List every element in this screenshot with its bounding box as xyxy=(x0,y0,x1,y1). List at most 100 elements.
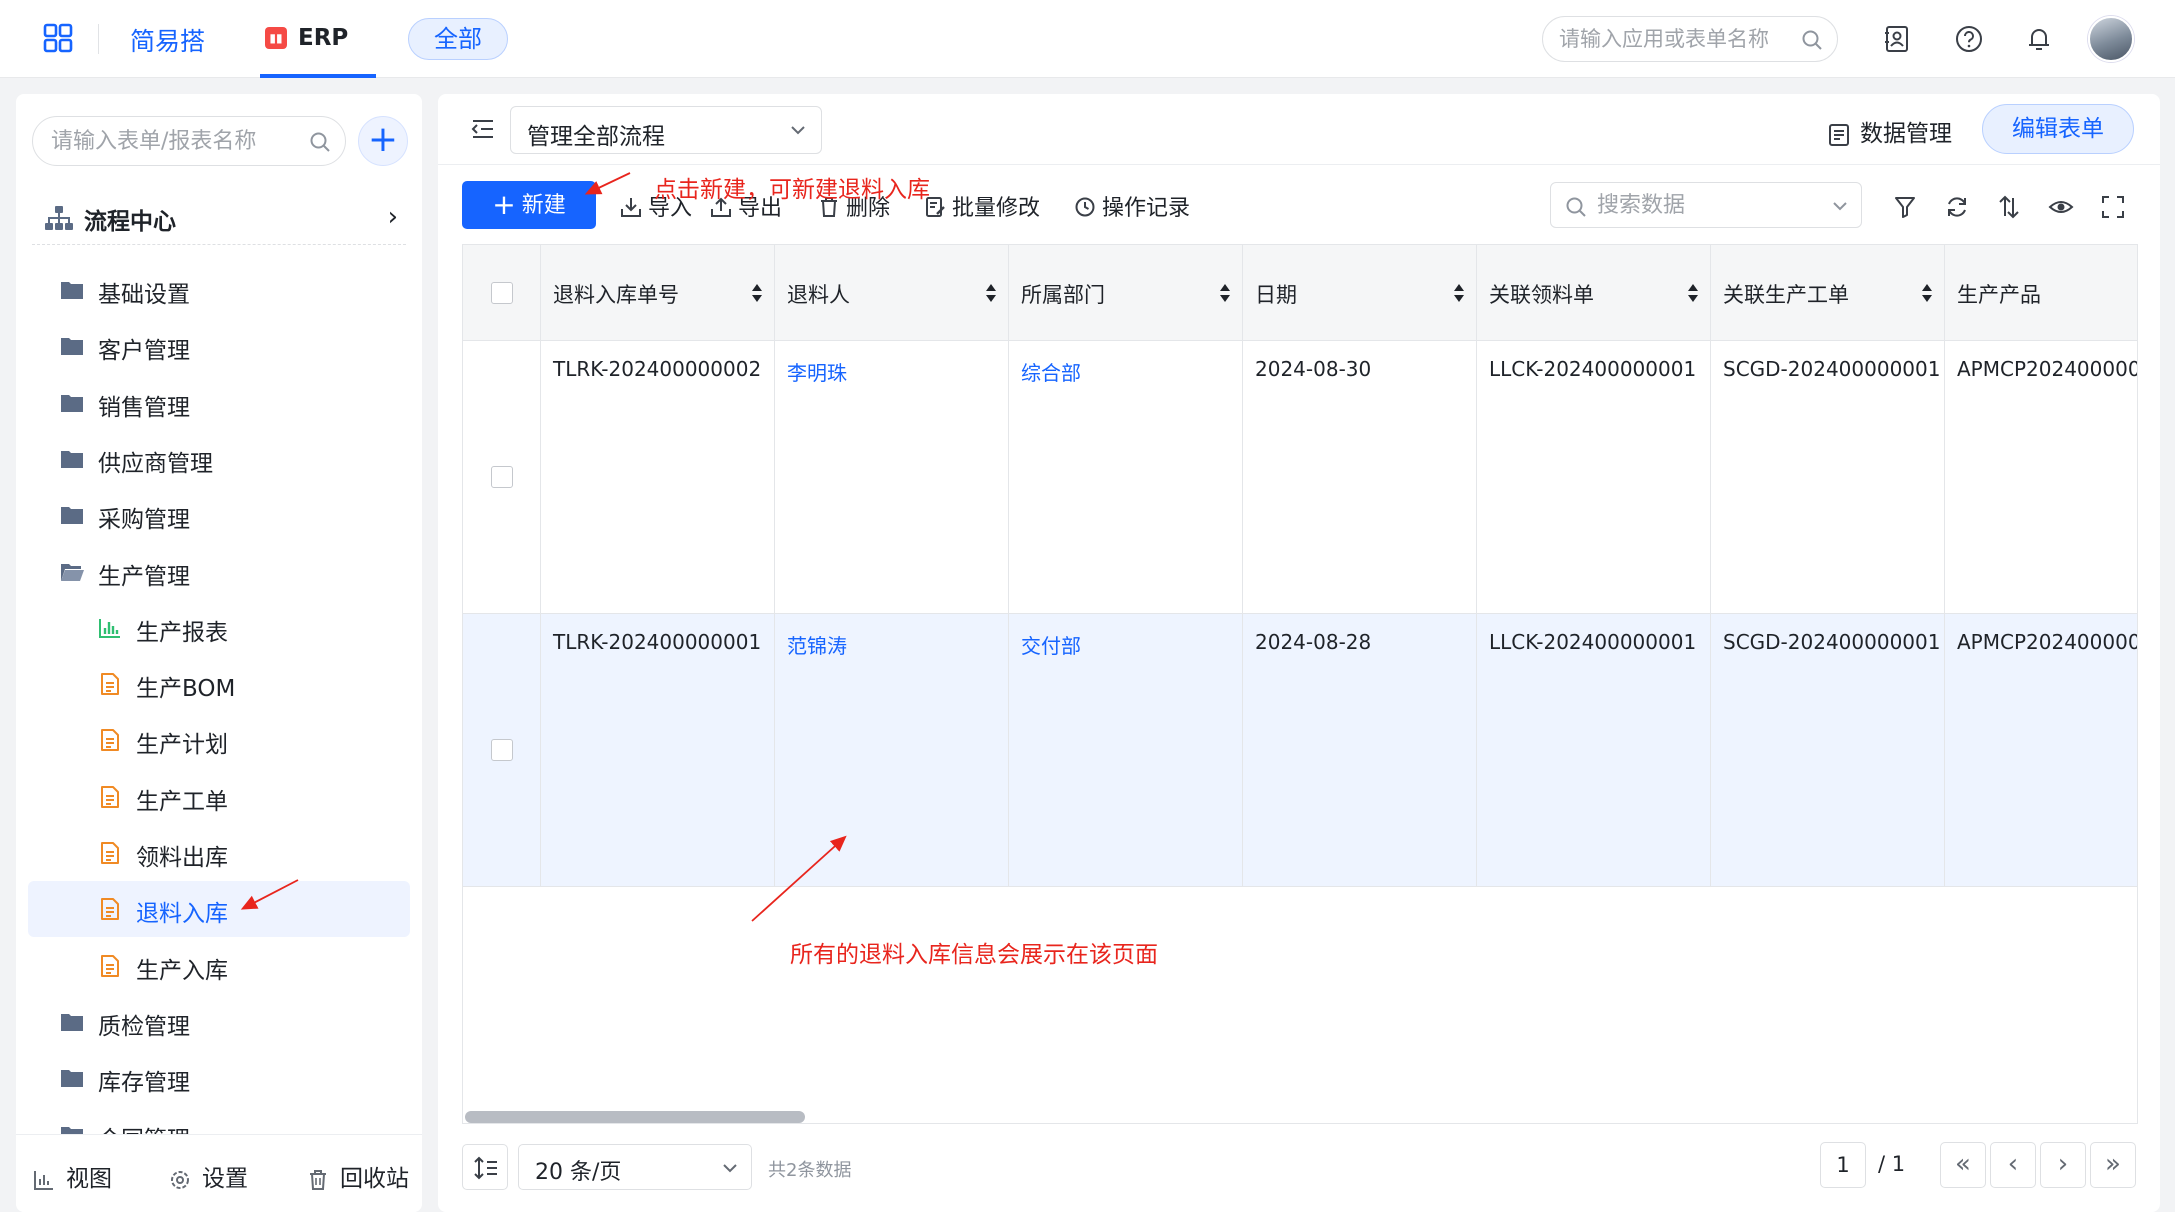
refresh-icon[interactable] xyxy=(1944,194,1970,220)
first-page-button[interactable]: « xyxy=(1940,1142,1986,1188)
sidebar-item-label: 生产管理 xyxy=(98,563,190,590)
sidebar-item[interactable]: 生产入库 xyxy=(28,938,410,994)
table-cell: 2024-08-30 xyxy=(1243,341,1477,613)
sidebar-divider xyxy=(32,244,406,245)
data-table: 退料入库单号 退料人 所属部门 日期 关联领料单 关联生产工单 生产产品 TLRK-2024… xyxy=(462,244,2138,1124)
table-cell: SCGD-202400000001 xyxy=(1711,341,1945,613)
table-cell: 李明珠 xyxy=(775,341,1009,613)
row-checkbox[interactable] xyxy=(491,466,513,488)
view-button[interactable]: 视图 xyxy=(32,1159,112,1193)
cell-product: APMCP2024000000 xyxy=(1957,357,2138,381)
cell-date: 2024-08-30 xyxy=(1255,357,1372,381)
select-all-checkbox[interactable] xyxy=(491,282,513,304)
settings-button[interactable]: 设置 xyxy=(168,1159,248,1193)
fullscreen-icon[interactable] xyxy=(2100,194,2126,220)
flow-center[interactable]: 流程中心 › xyxy=(36,194,406,240)
active-tab-indicator xyxy=(260,74,376,78)
next-page-button[interactable]: › xyxy=(2040,1142,2086,1188)
filter-icon[interactable] xyxy=(1892,194,1918,220)
apps-grid-icon[interactable] xyxy=(42,22,74,54)
horizontal-scrollbar[interactable] xyxy=(465,1111,805,1123)
prev-page-button[interactable]: ‹ xyxy=(1990,1142,2036,1188)
sidebar-item-label: 生产工单 xyxy=(136,788,228,815)
bell-icon[interactable] xyxy=(2024,24,2054,54)
table-cell: LLCK-202400000001 xyxy=(1477,614,1711,886)
sort-icon[interactable] xyxy=(1920,281,1934,311)
data-search[interactable] xyxy=(1550,182,1862,228)
flow-scope-select[interactable]: 管理全部流程 xyxy=(510,106,822,154)
cell-dept[interactable]: 交付部 xyxy=(1021,630,1081,659)
cell-no: TLRK-202400000002 xyxy=(553,357,762,381)
avatar[interactable] xyxy=(2088,16,2134,62)
operation-log-button[interactable]: 操作记录 xyxy=(1074,190,1190,222)
add-form-button[interactable]: + xyxy=(358,116,408,166)
operation-log-label: 操作记录 xyxy=(1102,196,1191,221)
sidebar-item-label: 质检管理 xyxy=(98,1013,190,1040)
sort-icon[interactable] xyxy=(1218,281,1232,311)
column-header[interactable]: 关联领料单 xyxy=(1477,245,1711,340)
contacts-icon[interactable] xyxy=(1882,24,1912,54)
sidebar-search-input[interactable] xyxy=(51,127,291,155)
row-height-button[interactable] xyxy=(462,1144,508,1190)
sidebar-item[interactable]: 领料出库 xyxy=(28,825,410,881)
new-record-button[interactable]: + 新建 xyxy=(462,181,596,229)
form-document-icon xyxy=(98,841,122,865)
recycle-bin-button[interactable]: 回收站 xyxy=(306,1159,409,1193)
sidebar-item-label: 领料出库 xyxy=(136,845,228,871)
tab-erp-label: ERP xyxy=(298,25,349,51)
batch-edit-button[interactable]: 批量修改 xyxy=(924,190,1040,222)
sidebar-item[interactable]: 采购管理 xyxy=(28,487,410,543)
sidebar-item[interactable]: 生产计划 xyxy=(28,712,410,768)
sidebar-item-label: 生产入库 xyxy=(136,957,228,984)
global-search[interactable] xyxy=(1542,16,1838,62)
sort-icon[interactable] xyxy=(1996,194,2022,220)
sidebar-item[interactable]: 客户管理 xyxy=(28,318,410,374)
table-cell: TLRK-202400000002 xyxy=(541,341,775,613)
column-header-label: 日期 xyxy=(1255,283,1297,307)
column-header[interactable]: 日期 xyxy=(1243,245,1477,340)
column-header[interactable]: 生产产品 xyxy=(1945,245,2137,340)
sidebar-search[interactable] xyxy=(32,116,346,166)
sidebar-item-label: 退料入库 xyxy=(136,901,228,928)
column-header[interactable]: 退料入库单号 xyxy=(541,245,775,340)
tab-erp[interactable]: ▮▮ ERP xyxy=(260,0,376,78)
cell-person[interactable]: 李明珠 xyxy=(787,357,847,386)
sidebar-item[interactable]: 生产工单 xyxy=(28,769,410,825)
sidebar-item[interactable]: 退料入库 xyxy=(28,881,410,938)
sidebar-item[interactable]: 生产管理 xyxy=(28,544,410,600)
global-search-input[interactable] xyxy=(1559,25,1795,53)
cell-person[interactable]: 范锦涛 xyxy=(787,630,847,659)
sidebar-item[interactable]: 基础设置 xyxy=(28,262,410,318)
sidebar-item[interactable]: 销售管理 xyxy=(28,375,410,431)
data-search-input[interactable] xyxy=(1597,191,1817,219)
row-checkbox[interactable] xyxy=(491,739,513,761)
help-icon[interactable] xyxy=(1954,24,1984,54)
last-page-button[interactable]: » xyxy=(2090,1142,2136,1188)
column-header[interactable]: 关联生产工单 xyxy=(1711,245,1945,340)
current-page-input[interactable]: 1 xyxy=(1820,1142,1866,1188)
sort-icon[interactable] xyxy=(1686,281,1700,311)
sort-icon[interactable] xyxy=(750,281,764,311)
column-header-label: 生产产品 xyxy=(1957,283,2041,307)
edit-form-button[interactable]: 编辑表单 xyxy=(1982,104,2134,154)
eye-icon[interactable] xyxy=(2048,194,2074,220)
column-header[interactable]: 所属部门 xyxy=(1009,245,1243,340)
cell-dept[interactable]: 综合部 xyxy=(1021,357,1081,386)
all-apps-button[interactable]: 全部 xyxy=(408,18,508,60)
table-row[interactable]: TLRK-202400000001 范锦涛 交付部 2024-08-28 LLCK-20… xyxy=(463,614,2137,887)
page-size-select[interactable]: 20 条/页 xyxy=(518,1144,752,1190)
sidebar-item[interactable]: 生产BOM xyxy=(28,656,410,712)
collapse-sidebar-icon[interactable] xyxy=(470,116,496,142)
brand-name[interactable]: 简易搭 xyxy=(130,22,205,58)
sort-icon[interactable] xyxy=(984,281,998,311)
sort-icon[interactable] xyxy=(1452,281,1466,311)
cell-work: SCGD-202400000001 xyxy=(1723,357,1941,381)
sidebar-item[interactable]: 生产报表 xyxy=(28,600,410,656)
sidebar-item[interactable]: 质检管理 xyxy=(28,994,410,1050)
table-row[interactable]: TLRK-202400000002 李明珠 综合部 2024-08-30 LLCK-20… xyxy=(463,341,2138,614)
sidebar-item-label: 客户管理 xyxy=(98,338,190,365)
sidebar-item[interactable]: 供应商管理 xyxy=(28,431,410,487)
sidebar-item[interactable]: 库存管理 xyxy=(28,1050,410,1106)
column-header[interactable]: 退料人 xyxy=(775,245,1009,340)
data-management-button[interactable]: 数据管理 xyxy=(1828,114,1952,148)
